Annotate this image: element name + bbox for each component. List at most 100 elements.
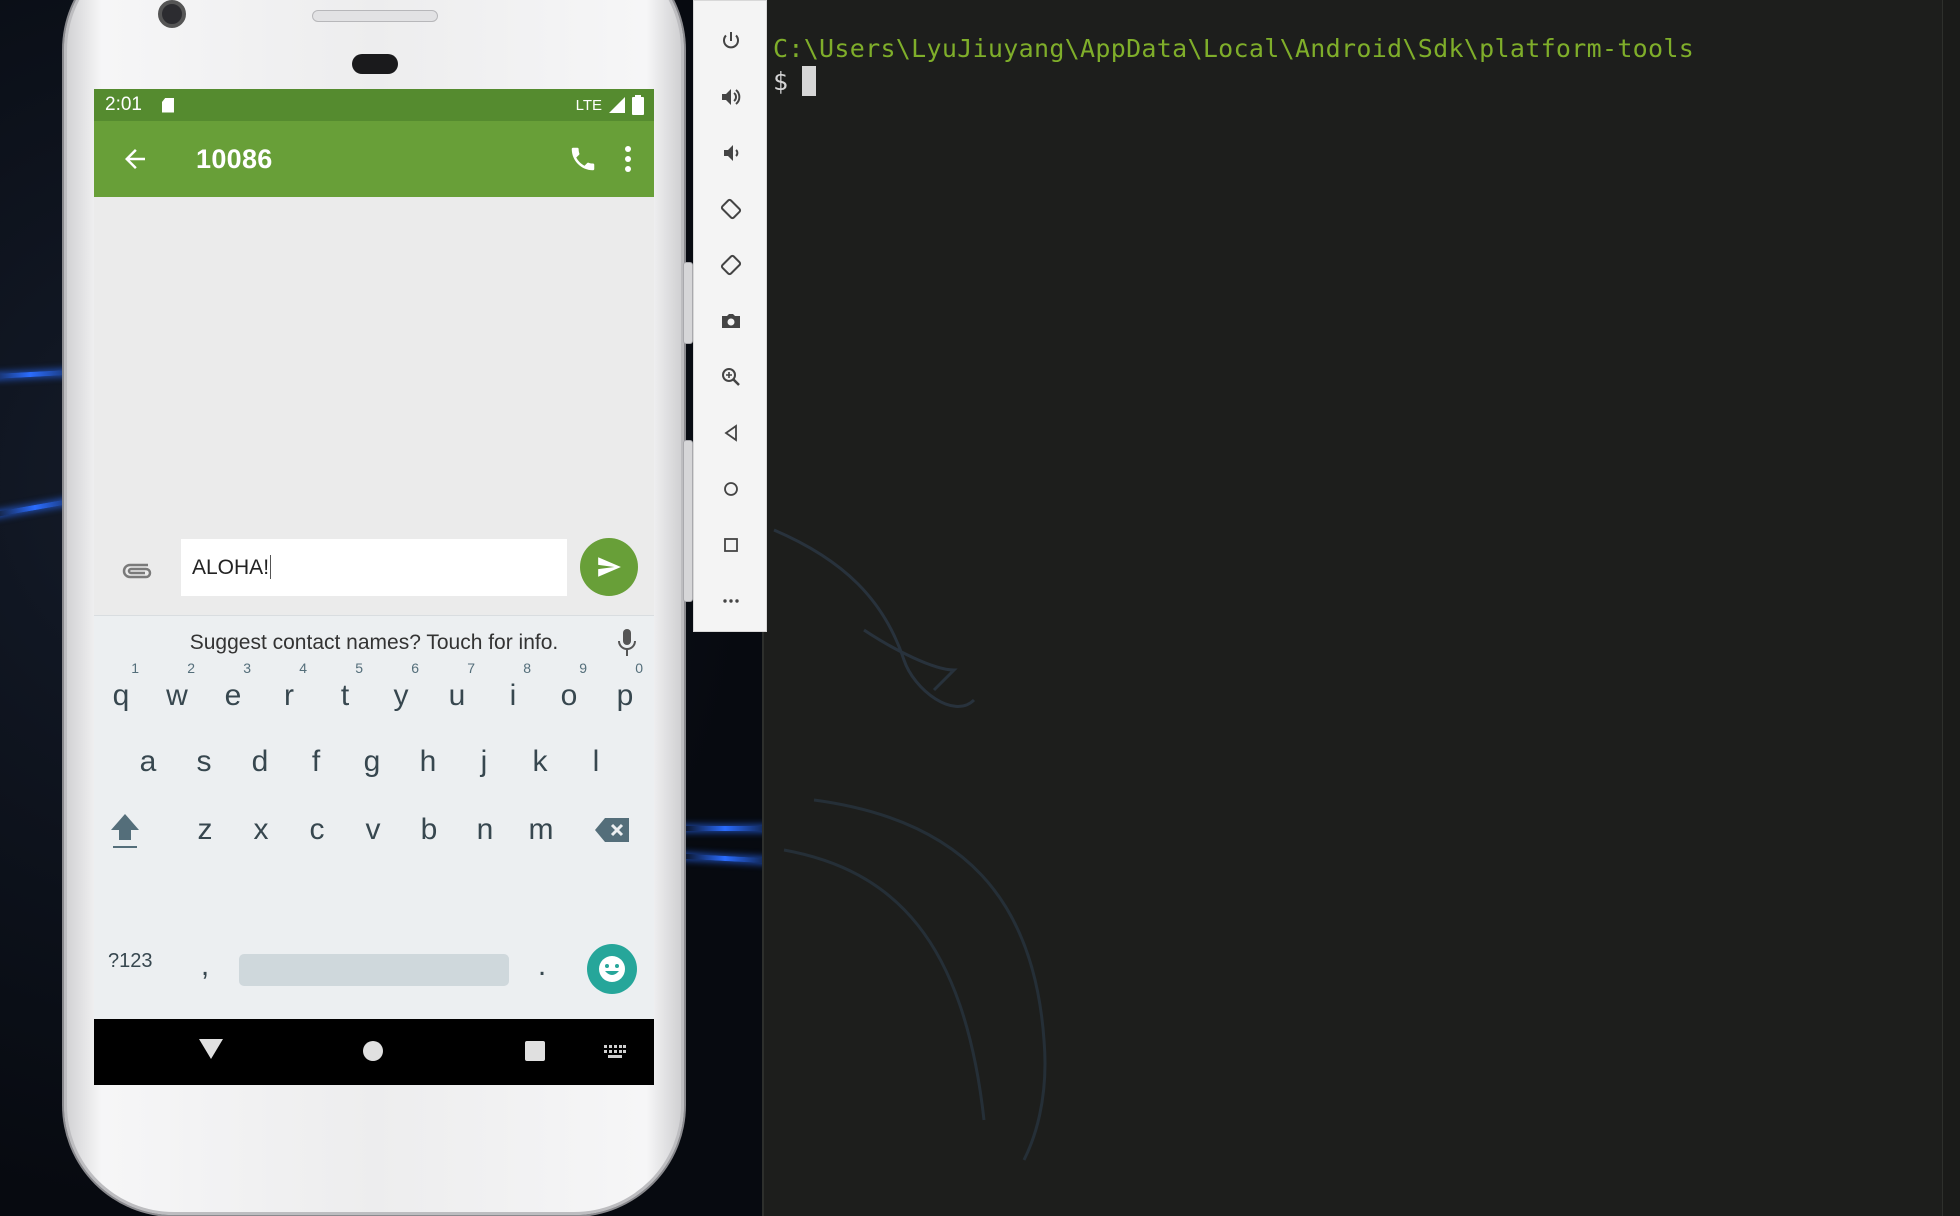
- back-arrow-icon[interactable]: [120, 144, 150, 174]
- suggestion-strip[interactable]: Suggest contact names? Touch for info.: [94, 616, 654, 670]
- key-e[interactable]: 3e: [205, 660, 261, 728]
- more-button[interactable]: [694, 573, 768, 629]
- rotate-left-button[interactable]: [694, 181, 768, 237]
- key-o[interactable]: 9o: [541, 660, 597, 728]
- volume-up-button[interactable]: [694, 69, 768, 125]
- volume-down-button[interactable]: [694, 125, 768, 181]
- key-s[interactable]: s: [176, 730, 232, 794]
- phone-side-button: [683, 440, 693, 602]
- more-icon: [723, 599, 739, 603]
- home-button[interactable]: [694, 461, 768, 517]
- battery-icon: [632, 95, 644, 115]
- key-hint: 5: [355, 660, 363, 676]
- send-button[interactable]: [580, 538, 638, 596]
- key-f[interactable]: f: [288, 730, 344, 794]
- key-z[interactable]: z: [177, 798, 233, 862]
- microphone-icon[interactable]: [618, 629, 636, 657]
- rotate-left-icon: [720, 198, 742, 220]
- key-p[interactable]: 0p: [597, 660, 653, 728]
- power-button[interactable]: [694, 13, 768, 69]
- key-hint: 8: [523, 660, 531, 676]
- key-label: p: [616, 679, 634, 712]
- terminal-prompt[interactable]: $: [773, 66, 817, 96]
- space-key[interactable]: [239, 954, 509, 986]
- camera-icon: [722, 314, 740, 328]
- attachment-icon[interactable]: [120, 556, 154, 586]
- terminal-scrollbar[interactable]: [1942, 0, 1960, 1216]
- key-label: u: [448, 679, 466, 712]
- key-hint: 1: [131, 660, 139, 676]
- overflow-menu-icon[interactable]: [624, 144, 632, 174]
- key-label: t: [340, 679, 350, 712]
- nav-back-icon[interactable]: [198, 1037, 224, 1061]
- power-icon: [723, 32, 739, 49]
- key-i[interactable]: 8i: [485, 660, 541, 728]
- message-input[interactable]: ALOHA!: [181, 539, 567, 596]
- period-key[interactable]: .: [514, 934, 570, 998]
- key-q[interactable]: 1q: [94, 660, 149, 728]
- signal-icon: [609, 97, 625, 113]
- prompt-symbol: $: [773, 67, 789, 96]
- key-w[interactable]: 2w: [149, 660, 205, 728]
- keyboard-switch-icon[interactable]: [604, 1045, 626, 1059]
- key-t[interactable]: 5t: [317, 660, 373, 728]
- comma-key[interactable]: ,: [177, 934, 233, 998]
- key-a[interactable]: a: [120, 730, 176, 794]
- shift-key[interactable]: [97, 798, 153, 862]
- zoom-button[interactable]: [694, 349, 768, 405]
- key-u[interactable]: 7u: [429, 660, 485, 728]
- key-l[interactable]: l: [568, 730, 624, 794]
- key-label: q: [112, 679, 130, 712]
- rotate-right-button[interactable]: [694, 237, 768, 293]
- back-icon: [724, 424, 737, 442]
- key-d[interactable]: d: [232, 730, 288, 794]
- key-label: r: [284, 679, 294, 712]
- back-button[interactable]: [694, 405, 768, 461]
- key-m[interactable]: m: [513, 798, 569, 862]
- key-k[interactable]: k: [512, 730, 568, 794]
- key-h[interactable]: h: [400, 730, 456, 794]
- earpiece-speaker: [312, 10, 438, 22]
- key-n[interactable]: n: [457, 798, 513, 862]
- key-label: o: [560, 679, 578, 712]
- screenshot-button[interactable]: [694, 293, 768, 349]
- key-g[interactable]: g: [344, 730, 400, 794]
- emoji-key[interactable]: [587, 944, 637, 994]
- front-camera: [158, 0, 186, 28]
- message-text: ALOHA!: [192, 556, 270, 579]
- input-caret: [270, 555, 272, 579]
- suggestion-text: Suggest contact names? Touch for info.: [189, 631, 559, 654]
- key-y[interactable]: 6y: [373, 660, 429, 728]
- key-hint: 7: [467, 660, 475, 676]
- proximity-sensor: [352, 54, 398, 74]
- overview-button[interactable]: [694, 517, 768, 573]
- soft-keyboard: Suggest contact names? Touch for info. 1…: [94, 615, 654, 1020]
- home-icon: [724, 482, 738, 496]
- status-bar: 2:01 LTE: [94, 89, 654, 121]
- volume-up-icon: [722, 89, 741, 105]
- key-label: i: [509, 679, 517, 712]
- nav-overview-icon[interactable]: [524, 1040, 546, 1062]
- kali-dragon-watermark: [773, 528, 1047, 1161]
- key-hint: 6: [411, 660, 419, 676]
- terminal-window[interactable]: C:\Users\LyuJiuyang\AppData\Local\Androi…: [762, 0, 1944, 1216]
- key-v[interactable]: v: [345, 798, 401, 862]
- phone-side-button: [683, 262, 693, 344]
- phone-call-icon[interactable]: [568, 144, 598, 174]
- nav-home-icon[interactable]: [362, 1040, 384, 1062]
- key-r[interactable]: 4r: [261, 660, 317, 728]
- key-label: e: [224, 679, 242, 712]
- key-c[interactable]: c: [289, 798, 345, 862]
- symbols-key[interactable]: ?123: [108, 950, 153, 973]
- key-b[interactable]: b: [401, 798, 457, 862]
- conversation-title: 10086: [196, 143, 273, 174]
- shift-icon: [111, 814, 139, 848]
- key-x[interactable]: x: [233, 798, 289, 862]
- key-label: y: [393, 679, 409, 712]
- backspace-key[interactable]: [584, 798, 640, 862]
- overview-icon: [724, 538, 738, 552]
- app-bar: 10086: [94, 121, 654, 197]
- key-j[interactable]: j: [456, 730, 512, 794]
- volume-down-icon: [724, 145, 739, 161]
- sd-card-icon: [161, 97, 174, 113]
